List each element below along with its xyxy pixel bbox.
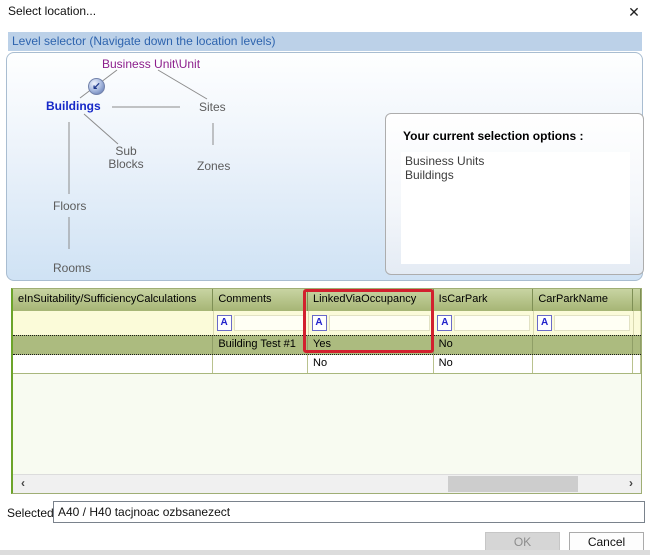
scrollbar-thumb[interactable]: [448, 476, 578, 492]
filter-cell[interactable]: A: [214, 311, 309, 335]
selected-label: Selected: [7, 506, 54, 520]
node-floors[interactable]: Floors: [53, 199, 86, 213]
filter-cell[interactable]: A: [309, 311, 435, 335]
table-cell[interactable]: [533, 355, 633, 373]
table-cell[interactable]: [213, 355, 308, 373]
scroll-left-icon[interactable]: ‹: [15, 475, 31, 493]
level-selector-bar: Level selector (Navigate down the locati…: [8, 32, 642, 51]
table-cell[interactable]: [13, 355, 213, 373]
table-row-selected[interactable]: Building Test #1 Yes No: [13, 335, 641, 355]
ok-button[interactable]: OK: [485, 532, 560, 551]
window-title: Select location...: [8, 4, 96, 18]
table-cell[interactable]: No: [434, 355, 534, 373]
table-cell-partial: [633, 355, 641, 373]
node-sites[interactable]: Sites: [199, 100, 226, 114]
node-buildings[interactable]: Buildings: [46, 99, 101, 113]
table-cell[interactable]: Building Test #1: [213, 336, 308, 354]
node-business-unit[interactable]: Business Unit\Unit: [102, 57, 200, 71]
column-header[interactable]: IsCarPark: [434, 289, 534, 311]
selection-option-item[interactable]: Buildings: [405, 168, 630, 182]
node-zones[interactable]: Zones: [197, 159, 230, 173]
current-selection-options-box: Your current selection options : Busines…: [385, 113, 644, 275]
node-sub-blocks[interactable]: Sub Blocks: [103, 145, 149, 171]
node-rooms[interactable]: Rooms: [53, 261, 91, 275]
grid-empty-area: [13, 374, 641, 474]
filter-cell[interactable]: A: [434, 311, 534, 335]
filter-a-icon[interactable]: A: [537, 315, 552, 331]
selection-option-item[interactable]: Business Units: [405, 154, 630, 168]
cancel-button[interactable]: Cancel: [569, 532, 644, 551]
grid-header-row: eInSuitability/SufficiencyCalculations C…: [13, 289, 641, 311]
locations-grid: eInSuitability/SufficiencyCalculations C…: [11, 288, 642, 494]
filter-cell-partial: [634, 311, 641, 335]
table-cell-partial: [633, 336, 641, 354]
column-header[interactable]: LinkedViaOccupancy: [308, 289, 434, 311]
filter-cell[interactable]: A: [534, 311, 634, 335]
filter-input[interactable]: [454, 315, 530, 331]
navigate-down-icon[interactable]: ↙: [88, 78, 105, 95]
filter-a-icon[interactable]: A: [312, 315, 327, 331]
table-cell[interactable]: [533, 336, 633, 354]
filter-cell[interactable]: [13, 311, 214, 335]
filter-input[interactable]: [554, 315, 630, 331]
window-bottom-edge: [0, 550, 650, 555]
filter-a-icon[interactable]: A: [437, 315, 452, 331]
column-header[interactable]: eInSuitability/SufficiencyCalculations: [13, 289, 213, 311]
column-header[interactable]: Comments: [213, 289, 308, 311]
column-header[interactable]: CarParkName: [533, 289, 633, 311]
level-diagram-panel: Business Unit\Unit ↙ Buildings Sites Sub…: [6, 52, 643, 281]
table-cell[interactable]: No: [434, 336, 534, 354]
close-icon[interactable]: ✕: [624, 2, 644, 22]
horizontal-scrollbar[interactable]: ‹ ›: [13, 474, 641, 493]
column-header-partial: [633, 289, 641, 311]
filter-a-icon[interactable]: A: [217, 315, 232, 331]
filter-input[interactable]: [329, 315, 431, 331]
current-selection-options-title: Your current selection options :: [403, 129, 583, 143]
table-cell[interactable]: [13, 336, 213, 354]
table-cell[interactable]: Yes: [308, 336, 434, 354]
selected-input[interactable]: [53, 501, 645, 523]
table-row[interactable]: No No: [13, 355, 641, 374]
current-selection-options-list[interactable]: Business Units Buildings: [401, 152, 630, 264]
table-cell[interactable]: No: [308, 355, 434, 373]
scroll-right-icon[interactable]: ›: [623, 475, 639, 493]
filter-input[interactable]: [234, 315, 305, 331]
grid-filter-row: A A A A: [13, 311, 641, 335]
